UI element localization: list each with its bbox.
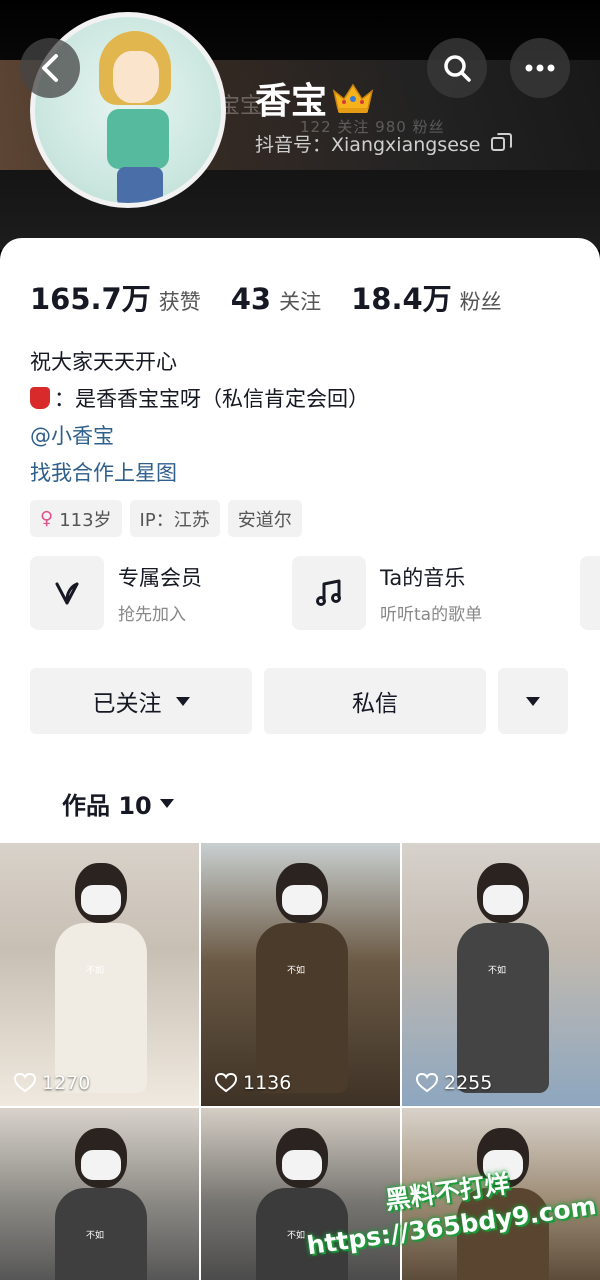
search-icon: [444, 55, 471, 82]
city-tag: 安道尔: [227, 500, 302, 537]
caret-down-icon: [175, 696, 190, 706]
stat-likes-value: 165.7万: [30, 282, 151, 316]
music-entry[interactable]: Ta的音乐 听听ta的歌单: [292, 556, 540, 630]
video-likes-count: 1136: [243, 1072, 292, 1094]
message-label: 私信: [352, 691, 398, 717]
stat-following-label: 关注: [279, 290, 322, 314]
profile-tags: ♀ 113岁 IP：江苏 安道尔: [30, 500, 302, 537]
heart-v-icon: [30, 556, 104, 630]
video-likes: 1136: [215, 1072, 291, 1094]
crown-icon: [332, 83, 374, 113]
back-button[interactable]: [20, 38, 80, 98]
video-sticker: 不如: [86, 966, 105, 976]
heart-icon: [215, 1073, 237, 1093]
message-button[interactable]: 私信: [264, 668, 486, 734]
stat-following[interactable]: 43 关注: [231, 282, 321, 316]
video-tile[interactable]: 不如: [0, 1108, 199, 1280]
music-subtitle: 听听ta的歌单: [380, 604, 483, 625]
caret-down-icon: [526, 696, 540, 706]
age-text: 113岁: [59, 509, 112, 531]
video-sticker: 不如: [287, 966, 306, 976]
works-tab-label: 作品 10: [62, 792, 152, 820]
profile-card: 165.7万 获赞 43 关注 18.4万 粉丝 祝大家天天开心 ：是香香宝宝呀…: [0, 238, 600, 844]
video-sticker: 不如: [287, 1231, 306, 1241]
bio: 祝大家天天开心 ：是香香宝宝呀（私信肯定会回） @小香宝 找我合作上星图: [30, 344, 369, 492]
video-tile[interactable]: 不如 2255: [402, 843, 600, 1106]
video-tile[interactable]: 不如 1270: [0, 843, 199, 1106]
profile-header: 宝宝 122 关注 980 粉丝 香宝 抖音号：Xiangxiangsese: [0, 0, 600, 250]
mention-link[interactable]: @小香宝: [30, 418, 369, 455]
female-icon: ♀: [40, 508, 54, 529]
tab-works[interactable]: 作品 10: [62, 786, 174, 821]
membership-entry[interactable]: 专属会员 抢先加入: [30, 556, 278, 630]
stat-followers-label: 粉丝: [459, 290, 502, 314]
followed-button[interactable]: 已关注: [30, 668, 252, 734]
more-actions-button[interactable]: [498, 668, 568, 734]
copy-icon[interactable]: [490, 132, 512, 151]
video-sticker: 不如: [86, 1231, 105, 1241]
nickname-text: 香宝: [255, 81, 328, 122]
video-sticker: 不如: [488, 966, 507, 976]
stat-likes: 165.7万 获赞: [30, 276, 201, 318]
stat-likes-label: 获赞: [158, 290, 201, 314]
more-button[interactable]: [510, 38, 570, 98]
more-dots-icon: [525, 64, 555, 72]
stats-row: 165.7万 获赞 43 关注 18.4万 粉丝: [30, 276, 532, 318]
search-button[interactable]: [427, 38, 487, 98]
stat-followers[interactable]: 18.4万 粉丝: [351, 276, 502, 318]
chevron-left-icon: [42, 54, 58, 82]
heart-icon: [416, 1073, 438, 1093]
action-row: 已关注 私信: [30, 668, 568, 734]
music-title: Ta的音乐: [380, 565, 466, 590]
age-tag: ♀ 113岁: [30, 500, 122, 537]
music-note-icon: [292, 556, 366, 630]
stat-followers-value: 18.4万: [351, 282, 452, 316]
douyin-id[interactable]: 抖音号：Xiangxiangsese: [255, 130, 512, 157]
bio-line-1: 祝大家天天开心: [30, 350, 177, 374]
heart-icon: [14, 1073, 36, 1093]
caret-down-icon: [159, 799, 174, 808]
nickname: 香宝: [255, 72, 375, 124]
video-likes-count: 2255: [444, 1072, 493, 1094]
video-likes: 2255: [416, 1072, 492, 1094]
video-likes-count: 1270: [42, 1072, 91, 1094]
more-feature-entry[interactable]: [580, 556, 600, 630]
ip-tag: IP：江苏: [129, 500, 220, 537]
starmap-link[interactable]: 找我合作上星图: [30, 455, 369, 492]
douyin-id-text: 抖音号：Xiangxiangsese: [255, 134, 481, 156]
stat-following-value: 43: [230, 282, 272, 316]
membership-subtitle: 抢先加入: [118, 604, 186, 625]
feature-row: 专属会员 抢先加入 Ta的音乐 听听ta的歌单: [30, 556, 600, 630]
video-likes: 1270: [14, 1072, 90, 1094]
shirt-emoji-icon: [30, 387, 50, 409]
followed-label: 已关注: [92, 691, 162, 717]
membership-title: 专属会员: [118, 565, 202, 590]
bio-line-2-text: ：是香香宝宝呀（私信肯定会回）: [54, 387, 369, 411]
bio-line-2: ：是香香宝宝呀（私信肯定会回）: [30, 381, 369, 418]
video-tile[interactable]: 不如 1136: [201, 843, 400, 1106]
